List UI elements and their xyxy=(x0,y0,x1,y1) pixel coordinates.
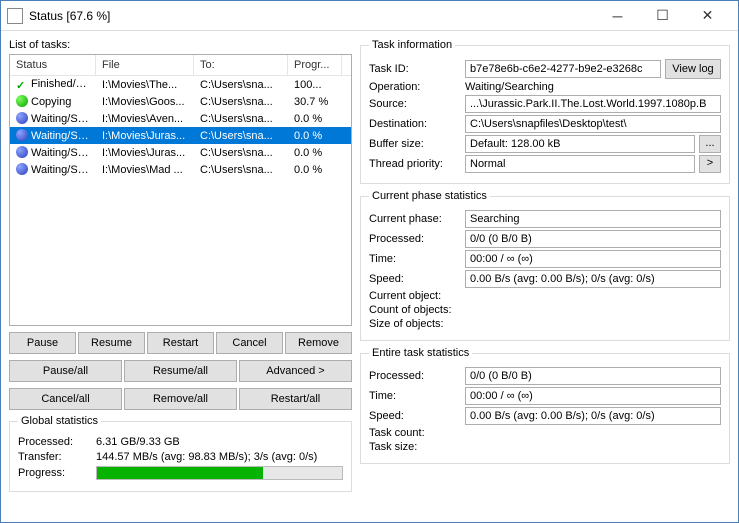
status-icon xyxy=(16,95,28,107)
task-id-value[interactable]: b7e78e6b-c6e2-4277-b9e2-e3268c xyxy=(465,60,661,78)
status-icon xyxy=(16,146,28,158)
global-statistics: Global statistics Processed: 6.31 GB/9.3… xyxy=(9,415,352,492)
destination-value[interactable]: C:\Users\snapfiles\Desktop\test\ xyxy=(465,115,721,133)
cp-processed-label: Processed: xyxy=(369,233,461,245)
status-icon xyxy=(16,163,28,175)
app-icon xyxy=(7,8,23,24)
destination-label: Destination: xyxy=(369,118,461,130)
global-stats-legend: Global statistics xyxy=(18,415,101,427)
transfer-value: 144.57 MB/s (avg: 98.83 MB/s); 3/s (avg:… xyxy=(96,451,343,463)
col-to[interactable]: To: xyxy=(194,55,288,75)
col-progress[interactable]: Progr... xyxy=(288,55,342,75)
current-phase-statistics: Current phase statistics Current phase: … xyxy=(360,190,730,341)
cp-time-label: Time: xyxy=(369,253,461,265)
entire-task-legend: Entire task statistics xyxy=(369,347,472,359)
current-phase-legend: Current phase statistics xyxy=(369,190,490,202)
cp-count-label: Count of objects: xyxy=(369,304,469,316)
cp-curobj-label: Current object: xyxy=(369,290,461,302)
resume-button[interactable]: Resume xyxy=(78,332,145,354)
et-processed-value: 0/0 (0 B/0 B) xyxy=(465,367,721,385)
cp-size-label: Size of objects: xyxy=(369,318,461,330)
cp-speed-label: Speed: xyxy=(369,273,461,285)
processed-value: 6.31 GB/9.33 GB xyxy=(96,436,343,448)
restart-button[interactable]: Restart xyxy=(147,332,214,354)
task-row[interactable]: Finished/C...I:\Movies\The...C:\Users\sn… xyxy=(10,76,351,93)
buffer-more-button[interactable]: ... xyxy=(699,135,721,153)
task-info-legend: Task information xyxy=(369,39,455,51)
task-row[interactable]: Waiting/Se...I:\Movies\Aven...C:\Users\s… xyxy=(10,110,351,127)
close-button[interactable]: ✕ xyxy=(685,2,730,30)
resume-all-button[interactable]: Resume/all xyxy=(124,360,237,382)
et-time-value: 00:00 / ∞ (∞) xyxy=(465,387,721,405)
task-id-label: Task ID: xyxy=(369,63,461,75)
list-of-tasks-label: List of tasks: xyxy=(9,39,352,51)
source-label: Source: xyxy=(369,98,461,110)
titlebar: Status [67.6 %] ─ ☐ ✕ xyxy=(1,1,738,31)
et-speed-value: 0.00 B/s (avg: 0.00 B/s); 0/s (avg: 0/s) xyxy=(465,407,721,425)
cp-processed-value: 0/0 (0 B/0 B) xyxy=(465,230,721,248)
advanced-button[interactable]: Advanced > xyxy=(239,360,352,382)
pause-button[interactable]: Pause xyxy=(9,332,76,354)
task-row[interactable]: Waiting/Se...I:\Movies\Mad ...C:\Users\s… xyxy=(10,161,351,178)
status-icon xyxy=(16,129,28,141)
remove-button[interactable]: Remove xyxy=(285,332,352,354)
cancel-button[interactable]: Cancel xyxy=(216,332,283,354)
thread-value[interactable]: Normal xyxy=(465,155,695,173)
cancel-all-button[interactable]: Cancel/all xyxy=(9,388,122,410)
task-row[interactable]: Waiting/Se...I:\Movies\Juras...C:\Users\… xyxy=(10,127,351,144)
et-time-label: Time: xyxy=(369,390,461,402)
task-information: Task information Task ID: b7e78e6b-c6e2-… xyxy=(360,39,730,184)
view-log-button[interactable]: View log xyxy=(665,59,721,79)
transfer-label: Transfer: xyxy=(18,451,96,463)
operation-value: Waiting/Searching xyxy=(465,81,721,93)
col-status[interactable]: Status xyxy=(10,55,96,75)
source-value[interactable]: ...\Jurassic.Park.II.The.Lost.World.1997… xyxy=(465,95,721,113)
cp-speed-value: 0.00 B/s (avg: 0.00 B/s); 0/s (avg: 0/s) xyxy=(465,270,721,288)
task-row[interactable]: CopyingI:\Movies\Goos...C:\Users\sna...3… xyxy=(10,93,351,110)
status-window: Status [67.6 %] ─ ☐ ✕ List of tasks: Sta… xyxy=(0,0,739,523)
minimize-button[interactable]: ─ xyxy=(595,2,640,30)
col-file[interactable]: File xyxy=(96,55,194,75)
thread-change-button[interactable]: > xyxy=(699,155,721,173)
cp-time-value: 00:00 / ∞ (∞) xyxy=(465,250,721,268)
phase-value: Searching xyxy=(465,210,721,228)
status-icon xyxy=(16,79,28,91)
task-row[interactable]: Waiting/Se...I:\Movies\Juras...C:\Users\… xyxy=(10,144,351,161)
et-speed-label: Speed: xyxy=(369,410,461,422)
et-size-label: Task size: xyxy=(369,441,461,453)
thread-label: Thread priority: xyxy=(369,158,461,170)
buffer-label: Buffer size: xyxy=(369,138,461,150)
buffer-value[interactable]: Default: 128.00 kB xyxy=(465,135,695,153)
progress-label: Progress: xyxy=(18,467,96,479)
operation-label: Operation: xyxy=(369,81,461,93)
entire-task-statistics: Entire task statistics Processed: 0/0 (0… xyxy=(360,347,730,464)
window-title: Status [67.6 %] xyxy=(29,9,595,23)
restart-all-button[interactable]: Restart/all xyxy=(239,388,352,410)
phase-label: Current phase: xyxy=(369,213,461,225)
maximize-button[interactable]: ☐ xyxy=(640,2,685,30)
task-list-header: Status File To: Progr... xyxy=(10,55,351,76)
remove-all-button[interactable]: Remove/all xyxy=(124,388,237,410)
pause-all-button[interactable]: Pause/all xyxy=(9,360,122,382)
processed-label: Processed: xyxy=(18,436,96,448)
et-processed-label: Processed: xyxy=(369,370,461,382)
et-count-label: Task count: xyxy=(369,427,461,439)
progress-bar xyxy=(96,466,343,480)
task-list[interactable]: Status File To: Progr... Finished/C...I:… xyxy=(9,54,352,326)
status-icon xyxy=(16,112,28,124)
